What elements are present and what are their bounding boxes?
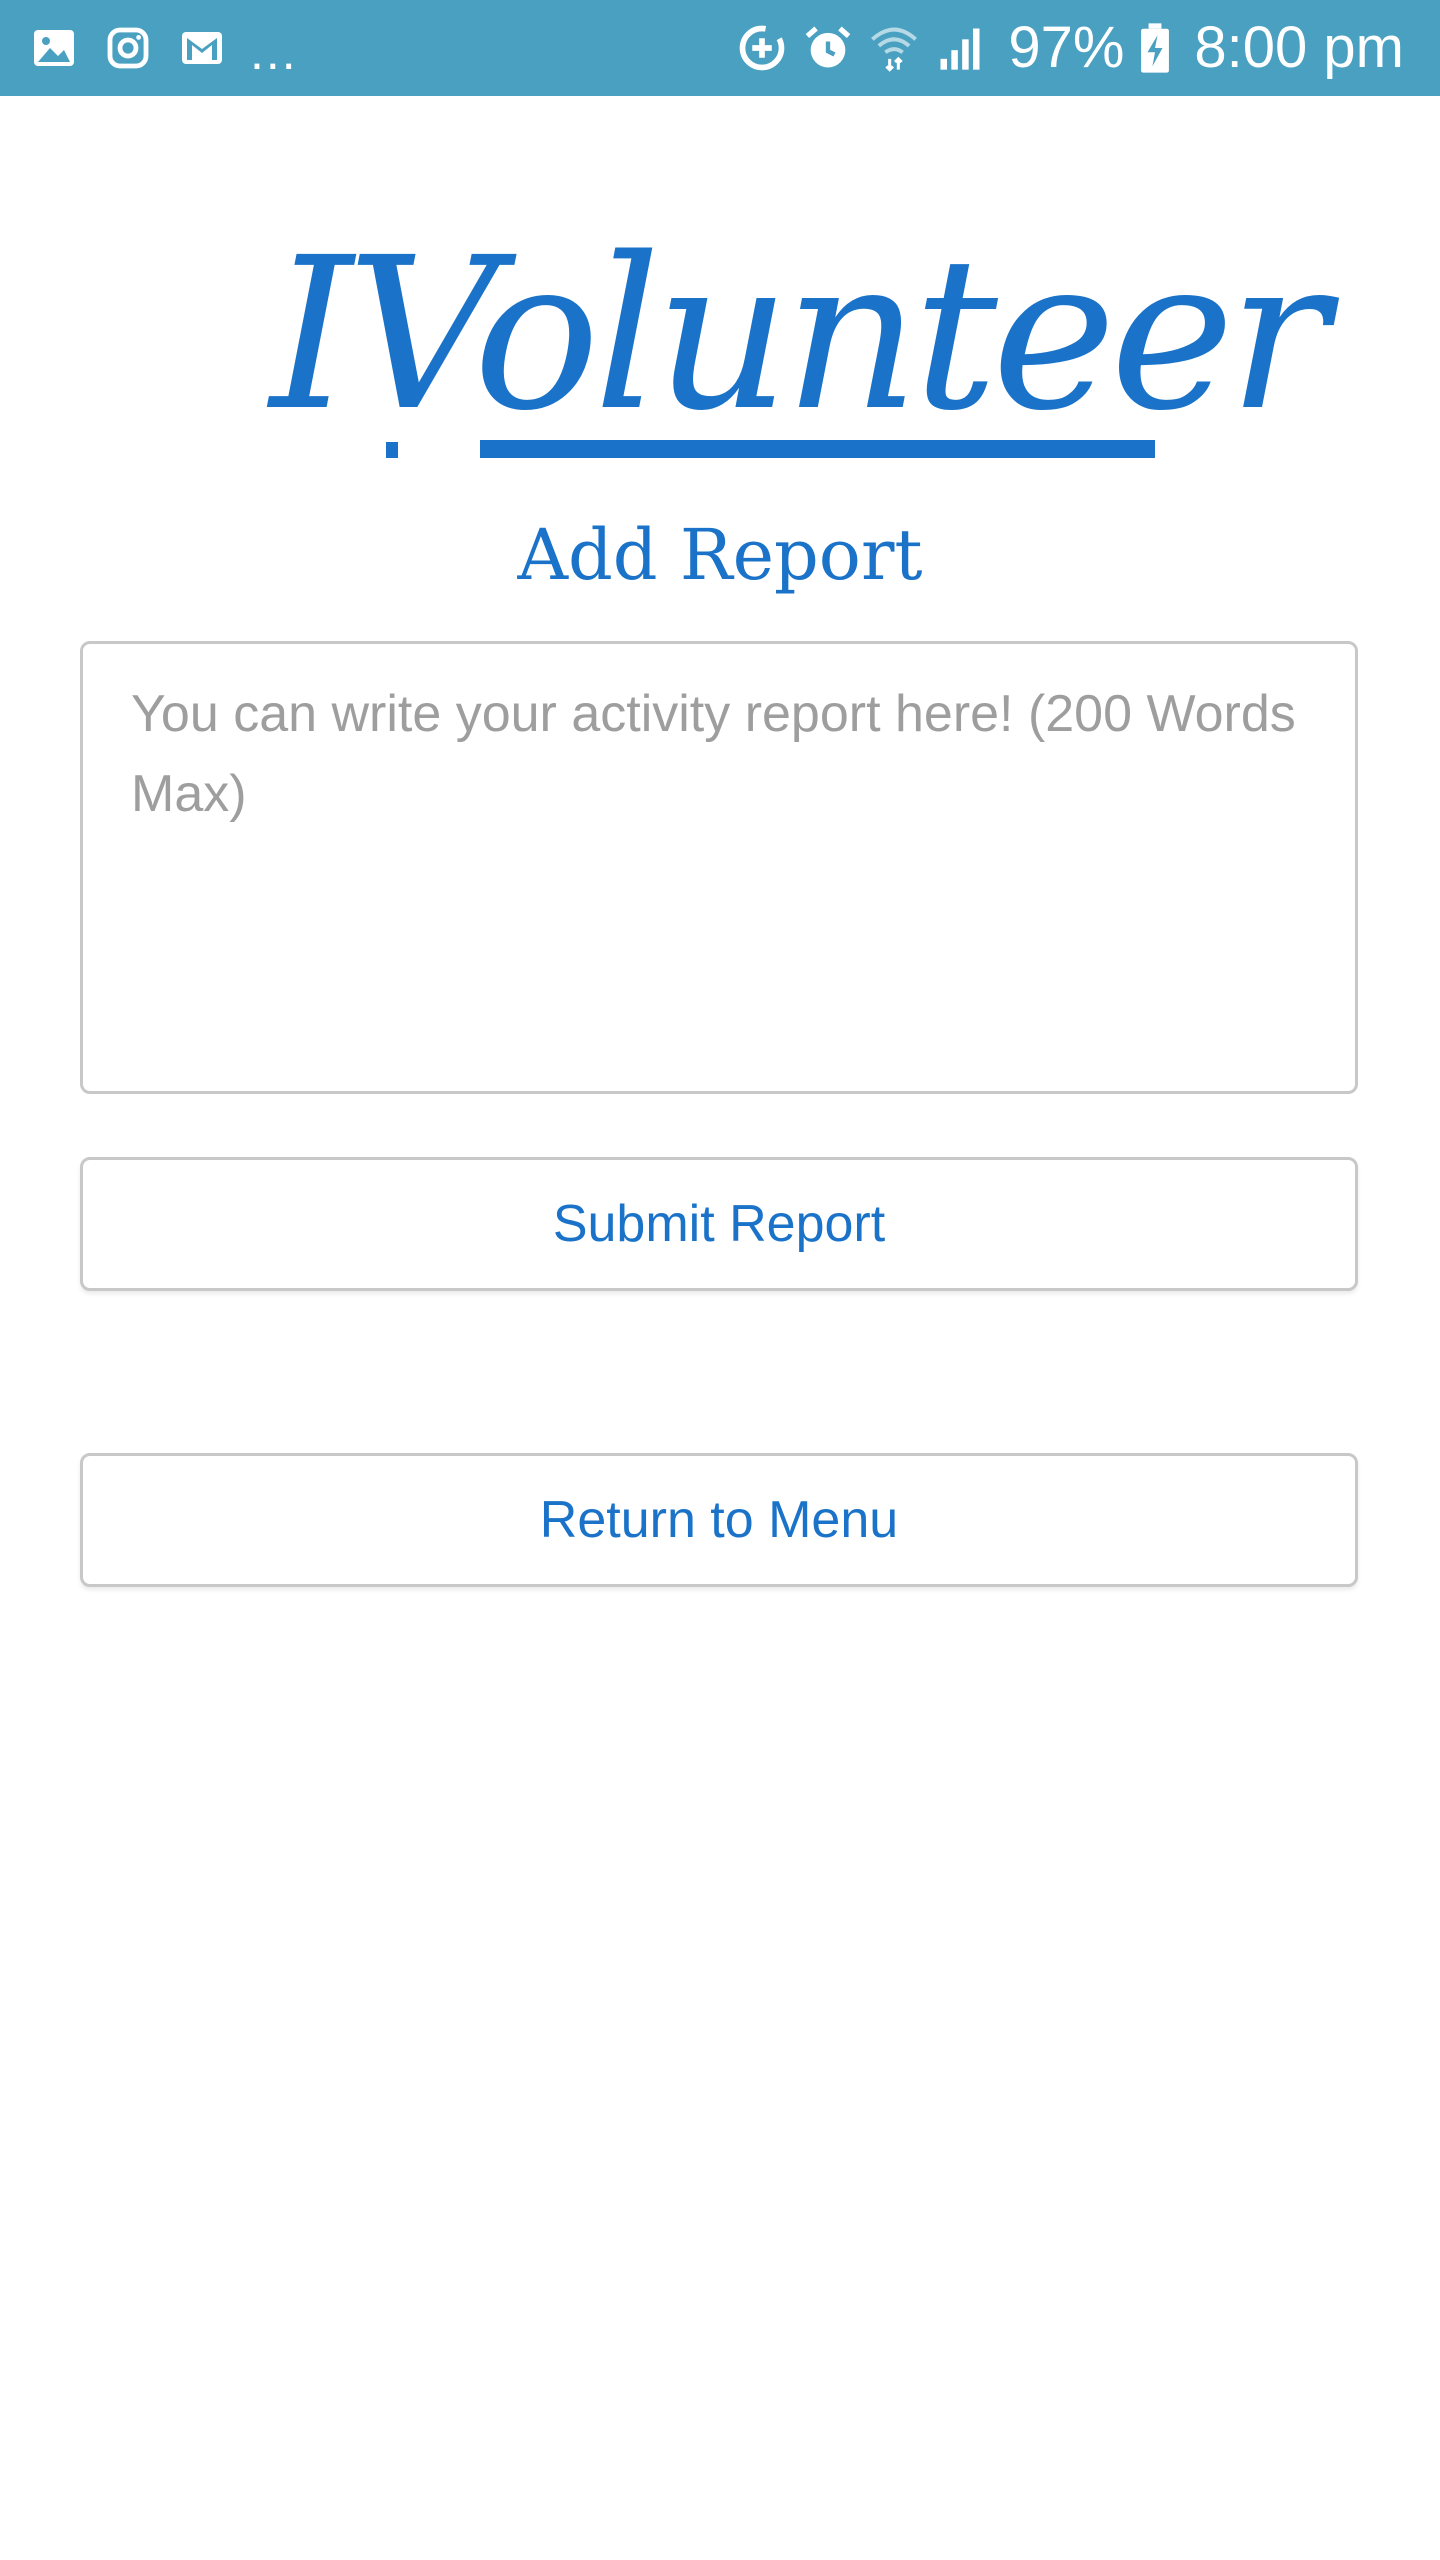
app-logo: IVolunteer (270, 212, 1329, 470)
logo-dot (386, 442, 398, 458)
gmail-icon (176, 22, 228, 74)
instagram-icon (102, 22, 154, 74)
notification-icons: ... (28, 0, 298, 96)
report-text-input[interactable] (80, 641, 1358, 1094)
battery-percent: 97% (1008, 15, 1125, 80)
clock-time: 8:00 pm (1194, 15, 1404, 80)
submit-report-button[interactable]: Submit Report (80, 1157, 1358, 1291)
return-to-menu-button[interactable]: Return to Menu (80, 1453, 1358, 1587)
more-notifications-indicator: ... (250, 24, 298, 80)
wifi-icon (868, 22, 920, 74)
logo-underline (480, 440, 1155, 458)
signal-icon (934, 22, 986, 74)
system-status: 97% 8:00 pm (736, 0, 1404, 96)
page-title: Add Report (517, 514, 923, 596)
data-saver-icon (736, 22, 788, 74)
battery-charging-icon (1138, 22, 1172, 74)
alarm-icon (802, 22, 854, 74)
status-bar: ... 97% 8:00 pm (0, 0, 1440, 96)
gallery-icon (28, 22, 80, 74)
logo-text: IVolunteer (270, 212, 1329, 457)
